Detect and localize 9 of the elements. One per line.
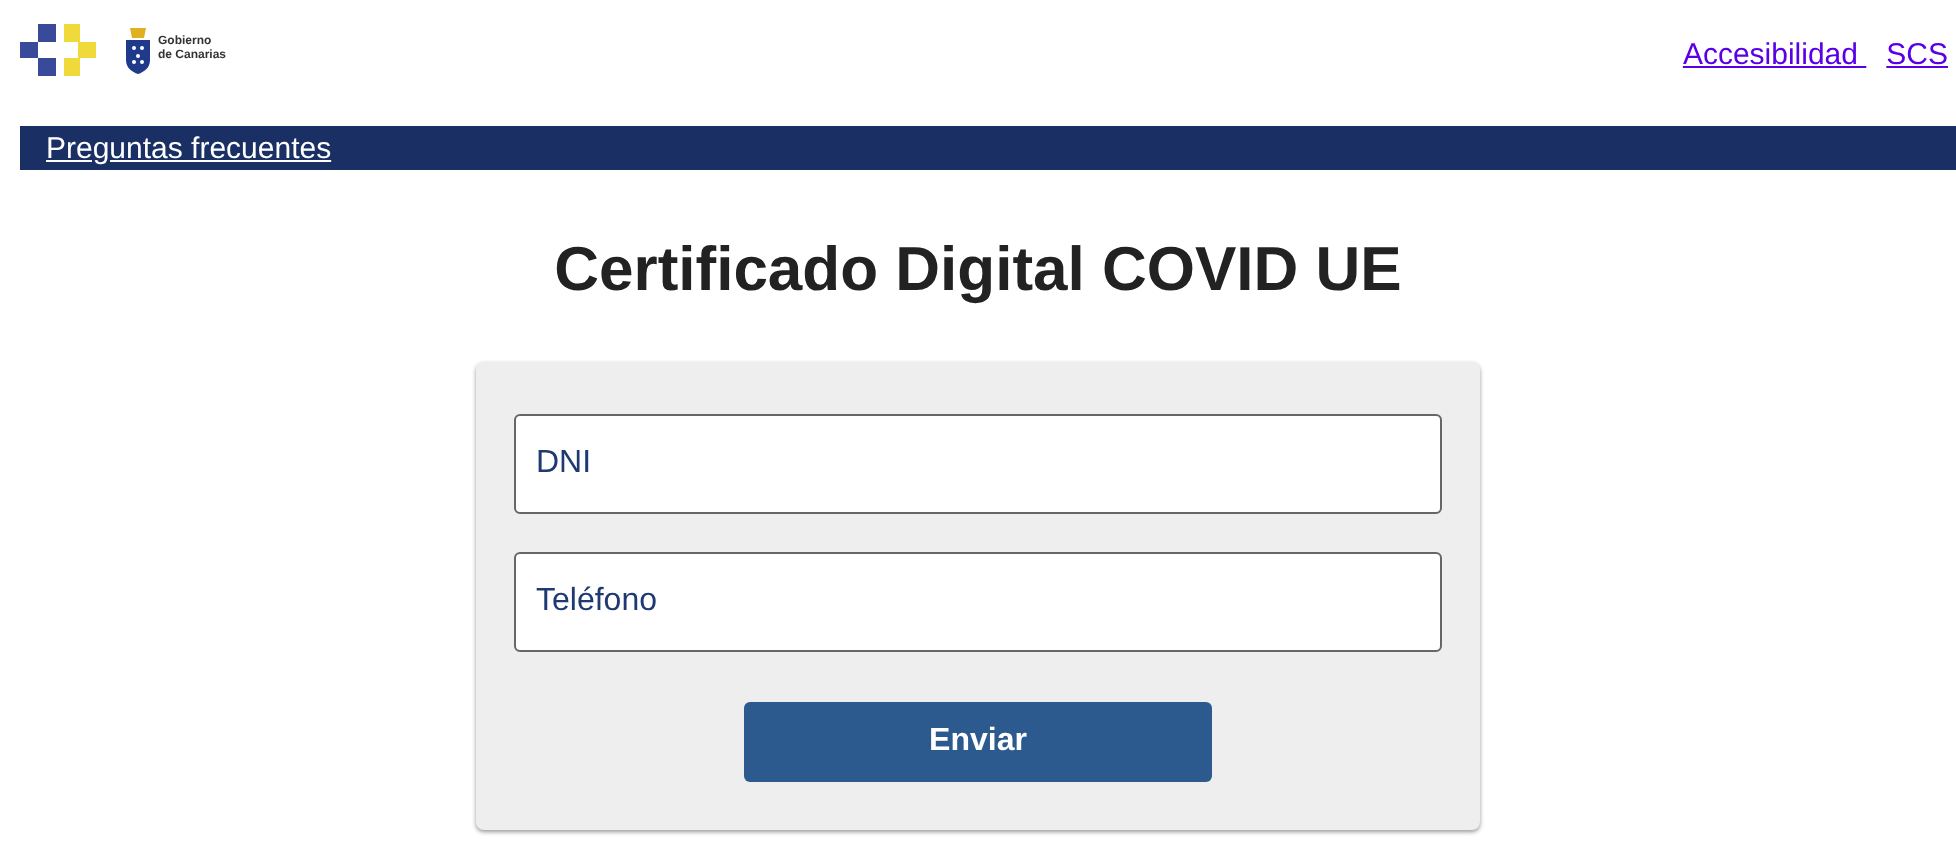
page-title: Certificado Digital COVID UE bbox=[552, 234, 1404, 306]
header-link[interactable]: Accesibilidad bbox=[1682, 38, 1867, 72]
header-link[interactable]: SCS bbox=[1886, 38, 1948, 72]
input-field[interactable]: DNI bbox=[514, 414, 1442, 514]
input-field[interactable]: Teléfono bbox=[514, 552, 1442, 652]
logo-icon bbox=[20, 24, 96, 76]
crest-icon bbox=[124, 26, 152, 74]
submit-button[interactable]: Enviar bbox=[744, 702, 1212, 782]
nav-link[interactable]: Preguntas frecuentes bbox=[46, 131, 332, 165]
